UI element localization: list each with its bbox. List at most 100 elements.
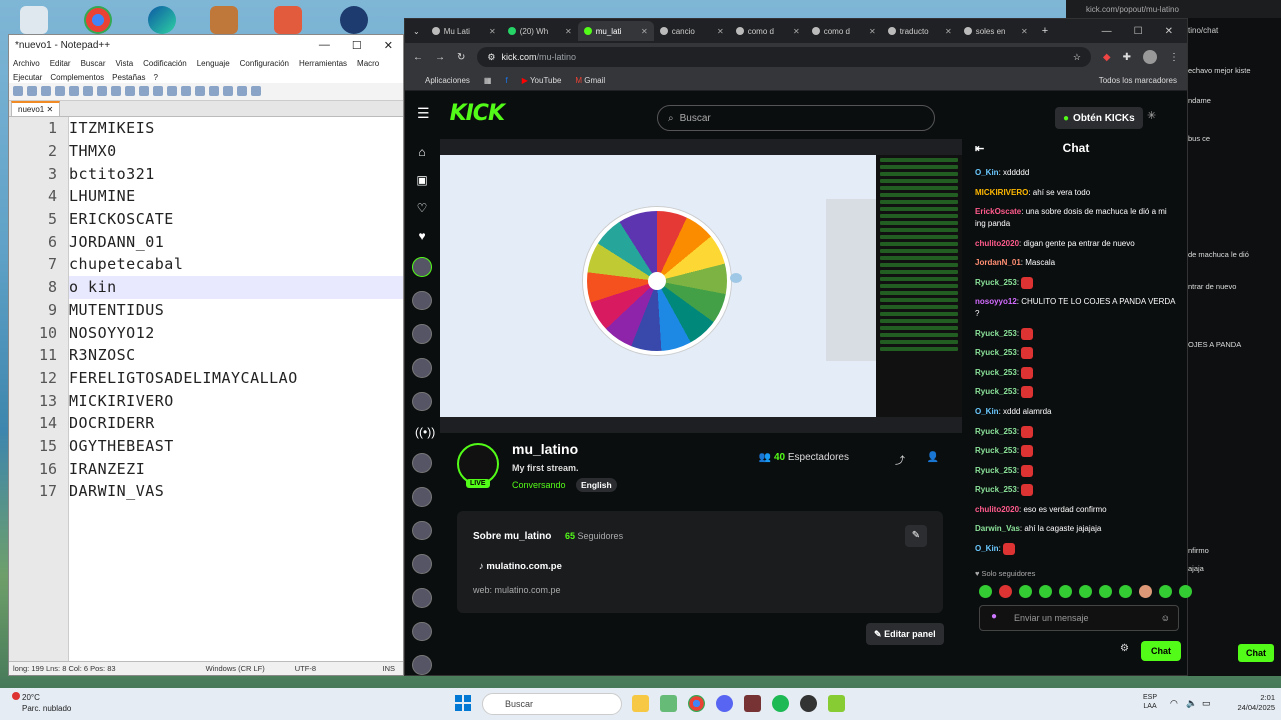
file-explorer-icon[interactable] bbox=[632, 695, 649, 712]
reload-icon[interactable]: ↻ bbox=[457, 52, 465, 63]
site-info-icon[interactable]: ⚙ bbox=[487, 52, 495, 63]
browser-tab[interactable]: como d ✕ bbox=[806, 21, 882, 41]
editor-line[interactable]: 1 ITZMIKEIS bbox=[48, 117, 403, 140]
find-icon[interactable] bbox=[167, 86, 177, 96]
followed-channel-avatar[interactable] bbox=[412, 324, 432, 345]
chat-message-input[interactable]: Enviar un mensaje ☺ bbox=[979, 605, 1179, 631]
tiktok-link[interactable]: ♪ mulatino.com.pe bbox=[479, 561, 562, 572]
maximize-icon[interactable]: ☐ bbox=[352, 39, 362, 52]
save-all-icon[interactable] bbox=[55, 86, 65, 96]
kick-logo[interactable]: KICK bbox=[450, 101, 505, 126]
chat-username[interactable]: chulito2020 bbox=[975, 239, 1019, 248]
editor-line[interactable]: 9 MUTENTIDUS bbox=[48, 299, 403, 322]
obs-icon[interactable] bbox=[800, 695, 817, 712]
browser-tab[interactable]: como d ✕ bbox=[730, 21, 806, 41]
chat-messages[interactable]: O_Kin: xddddd MICKIRIVERO: ahí se vera to… bbox=[975, 167, 1177, 563]
undo-icon[interactable] bbox=[139, 86, 149, 96]
chat-username[interactable]: nosoyyo12 bbox=[975, 297, 1017, 306]
editor-line[interactable]: 14 DOCRIDERR bbox=[39, 412, 403, 435]
paste-icon[interactable] bbox=[125, 86, 135, 96]
editor-line[interactable]: 17 DARWIN_VAS bbox=[39, 480, 403, 503]
hamburger-menu-icon[interactable]: ☰ bbox=[417, 105, 430, 122]
emote-icon[interactable] bbox=[1039, 585, 1052, 598]
moon-desktop-icon[interactable] bbox=[340, 6, 368, 34]
editor-line[interactable]: 2 THMX0 bbox=[48, 140, 403, 163]
taskbar-search[interactable]: Buscar bbox=[482, 693, 622, 715]
menu-configuracion[interactable]: Configuración bbox=[240, 59, 289, 68]
chat-message[interactable]: O_Kin: bbox=[975, 542, 1177, 555]
chat-message[interactable]: O_Kin: xddddd bbox=[975, 167, 1177, 179]
user-options-icon[interactable]: 👤 bbox=[927, 452, 939, 463]
popout-titlebar[interactable]: kick.com/popout/mu-latino bbox=[1066, 0, 1281, 18]
facebook-icon[interactable]: f bbox=[505, 76, 507, 85]
emote-icon[interactable] bbox=[1139, 585, 1152, 598]
chat-username[interactable]: Ryuck_253 bbox=[975, 485, 1017, 494]
channel-avatar[interactable] bbox=[412, 588, 432, 608]
menu-codificacion[interactable]: Codificación bbox=[143, 59, 187, 68]
chat-message[interactable]: Ryuck_253: bbox=[975, 464, 1177, 477]
popout-send-button[interactable]: Chat bbox=[1238, 644, 1274, 662]
chat-message[interactable]: Ryuck_253: bbox=[975, 425, 1177, 438]
bookmark-gmail[interactable]: M Gmail bbox=[575, 76, 605, 85]
close-icon[interactable]: ✕ bbox=[641, 27, 648, 36]
chat-message[interactable]: Ryuck_253: bbox=[975, 386, 1177, 399]
bookmark-aplicaciones[interactable]: Aplicaciones bbox=[425, 76, 470, 85]
menu-editar[interactable]: Editar bbox=[50, 59, 71, 68]
chat-username[interactable]: O_Kin bbox=[975, 168, 999, 177]
replace-icon[interactable] bbox=[181, 86, 191, 96]
discord-icon[interactable] bbox=[716, 695, 733, 712]
chat-username[interactable]: Ryuck_253 bbox=[975, 368, 1017, 377]
weather-widget[interactable]: 20°C Parc. nublado bbox=[22, 692, 71, 714]
browser-tab[interactable]: Mu Lati ✕ bbox=[426, 21, 502, 41]
edit-panel-button[interactable]: ✎ Editar panel bbox=[866, 623, 944, 645]
chat-username[interactable]: ErickOscate bbox=[975, 207, 1021, 216]
edge-desktop-icon[interactable] bbox=[148, 6, 176, 34]
chrome-icon[interactable] bbox=[688, 695, 705, 712]
chat-username[interactable]: chulito2020 bbox=[975, 505, 1019, 514]
menu-pestanas[interactable]: Pestañas bbox=[112, 73, 145, 82]
close-icon[interactable]: ✕ bbox=[384, 39, 393, 52]
browser-tab[interactable]: soles en ✕ bbox=[958, 21, 1034, 41]
bookmark-youtube[interactable]: ▶ YouTube bbox=[522, 76, 562, 85]
followed-channel-avatar[interactable] bbox=[412, 257, 432, 277]
editor-line[interactable]: 12 FERELIGTOSADELIMAYCALLAO bbox=[39, 367, 403, 390]
editor-lines[interactable]: 1 ITZMIKEIS 2 THMX0 3 bctito321 4 LHUMINE 5 ERICK… bbox=[39, 117, 403, 661]
followed-channel-avatar[interactable] bbox=[412, 290, 432, 311]
chat-username[interactable]: Ryuck_253 bbox=[975, 446, 1017, 455]
chat-message[interactable]: JordanN_01: Mascala bbox=[975, 257, 1177, 269]
channel-name[interactable]: mu_latino bbox=[512, 441, 578, 457]
address-bar[interactable]: ⚙ kick.com/mu-latino ☆ bbox=[477, 47, 1091, 67]
browser-tab[interactable]: (20) Wh ✕ bbox=[502, 21, 578, 41]
chat-message[interactable]: Ryuck_253: bbox=[975, 445, 1177, 458]
chat-message[interactable]: ErickOscate: una sobre dosis de machuca … bbox=[975, 206, 1177, 230]
editor-line[interactable]: 5 ERICKOSCATE bbox=[48, 208, 403, 231]
close-icon[interactable]: ✕ bbox=[1021, 27, 1028, 36]
macro-record-icon[interactable] bbox=[237, 86, 247, 96]
get-kicks-button[interactable]: ● Obtén KICKs bbox=[1055, 107, 1143, 129]
following-icon[interactable]: ♥ bbox=[415, 229, 429, 243]
cut-icon[interactable] bbox=[97, 86, 107, 96]
chat-username[interactable]: Ryuck_253 bbox=[975, 278, 1017, 287]
close-icon[interactable]: ✕ bbox=[945, 27, 952, 36]
zoom-in-icon[interactable] bbox=[195, 86, 205, 96]
menu-herramientas[interactable]: Herramientas bbox=[299, 59, 347, 68]
menu-vista[interactable]: Vista bbox=[116, 59, 134, 68]
chat-username[interactable]: Ryuck_253 bbox=[975, 466, 1017, 475]
chat-message[interactable]: Ryuck_253: bbox=[975, 366, 1177, 379]
notepad-editor[interactable]: 1 ITZMIKEIS 2 THMX0 3 bctito321 4 LHUMINE 5 ERICK… bbox=[9, 117, 403, 661]
close-icon[interactable]: ✕ bbox=[717, 27, 724, 36]
browse-icon[interactable]: ▣ bbox=[415, 173, 429, 187]
editor-line[interactable]: 6 JORDANN_01 bbox=[48, 230, 403, 253]
chat-message[interactable]: Ryuck_253: bbox=[975, 327, 1177, 340]
game-icon[interactable] bbox=[744, 695, 761, 712]
spotify-icon[interactable] bbox=[772, 695, 789, 712]
chat-username[interactable]: Ryuck_253 bbox=[975, 388, 1017, 397]
character-desktop-icon[interactable] bbox=[210, 6, 238, 34]
live-channels-icon[interactable]: ((•)) bbox=[415, 425, 435, 439]
chat-username[interactable]: Ryuck_253 bbox=[975, 348, 1017, 357]
notepad-titlebar[interactable]: *nuevo1 - Notepad++ — ☐ ✕ bbox=[9, 35, 403, 55]
menu-complementos[interactable]: Complementos bbox=[50, 73, 104, 82]
share-icon[interactable]: ⤴ bbox=[895, 452, 905, 467]
back-icon[interactable]: ← bbox=[413, 52, 423, 63]
new-file-icon[interactable] bbox=[13, 86, 23, 96]
